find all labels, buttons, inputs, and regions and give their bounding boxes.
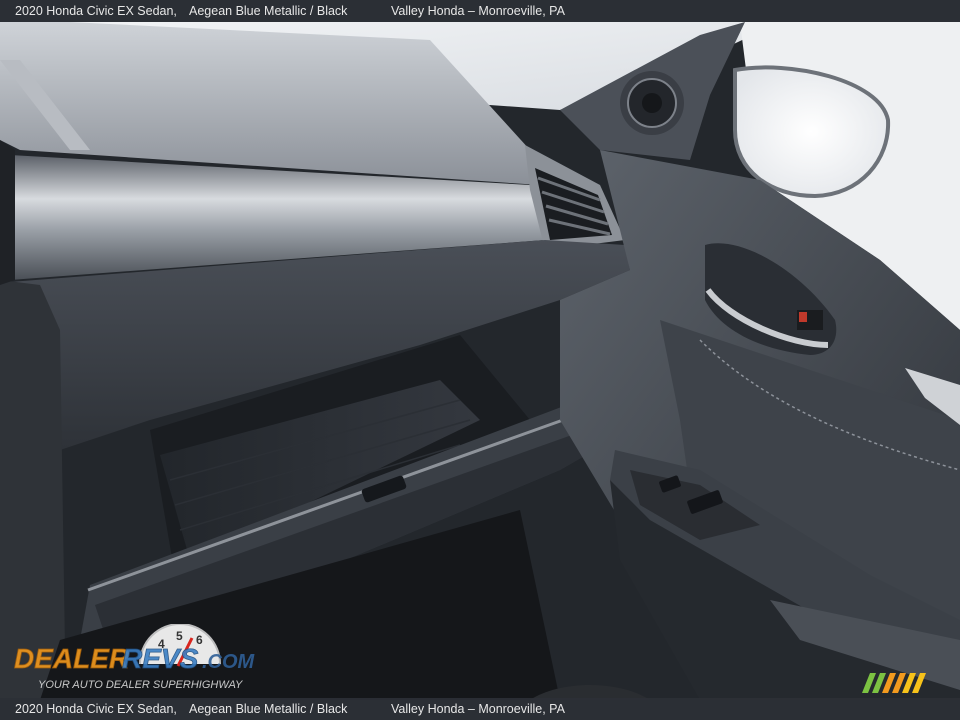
- interior-photo: [0, 0, 960, 720]
- dealerrevs-logo: 4 5 6 DEALER REVS .COM YOUR AUTO DEALER …: [14, 624, 256, 691]
- caption-colors: Aegean Blue Metallic / Black: [189, 4, 348, 18]
- caption-vehicle: 2020 Honda Civic EX Sedan,: [15, 4, 177, 18]
- caption-dealer: Valley Honda – Monroeville, PA: [391, 4, 565, 18]
- caption-colors: Aegean Blue Metallic / Black: [189, 702, 348, 716]
- svg-text:.COM: .COM: [202, 651, 256, 673]
- caption-bar-bottom: 2020 Honda Civic EX Sedan, Aegean Blue M…: [0, 698, 960, 720]
- caption-vehicle: 2020 Honda Civic EX Sedan,: [15, 702, 177, 716]
- caption-bar-top: 2020 Honda Civic EX Sedan, Aegean Blue M…: [0, 0, 960, 22]
- svg-text:5: 5: [176, 629, 183, 643]
- svg-text:DEALER: DEALER: [14, 643, 130, 674]
- svg-text:YOUR AUTO DEALER SUPERHIGHWAY: YOUR AUTO DEALER SUPERHIGHWAY: [38, 679, 243, 691]
- caption-dealer: Valley Honda – Monroeville, PA: [391, 702, 565, 716]
- svg-text:REVS: REVS: [122, 643, 199, 674]
- stripes-logo: [862, 673, 926, 693]
